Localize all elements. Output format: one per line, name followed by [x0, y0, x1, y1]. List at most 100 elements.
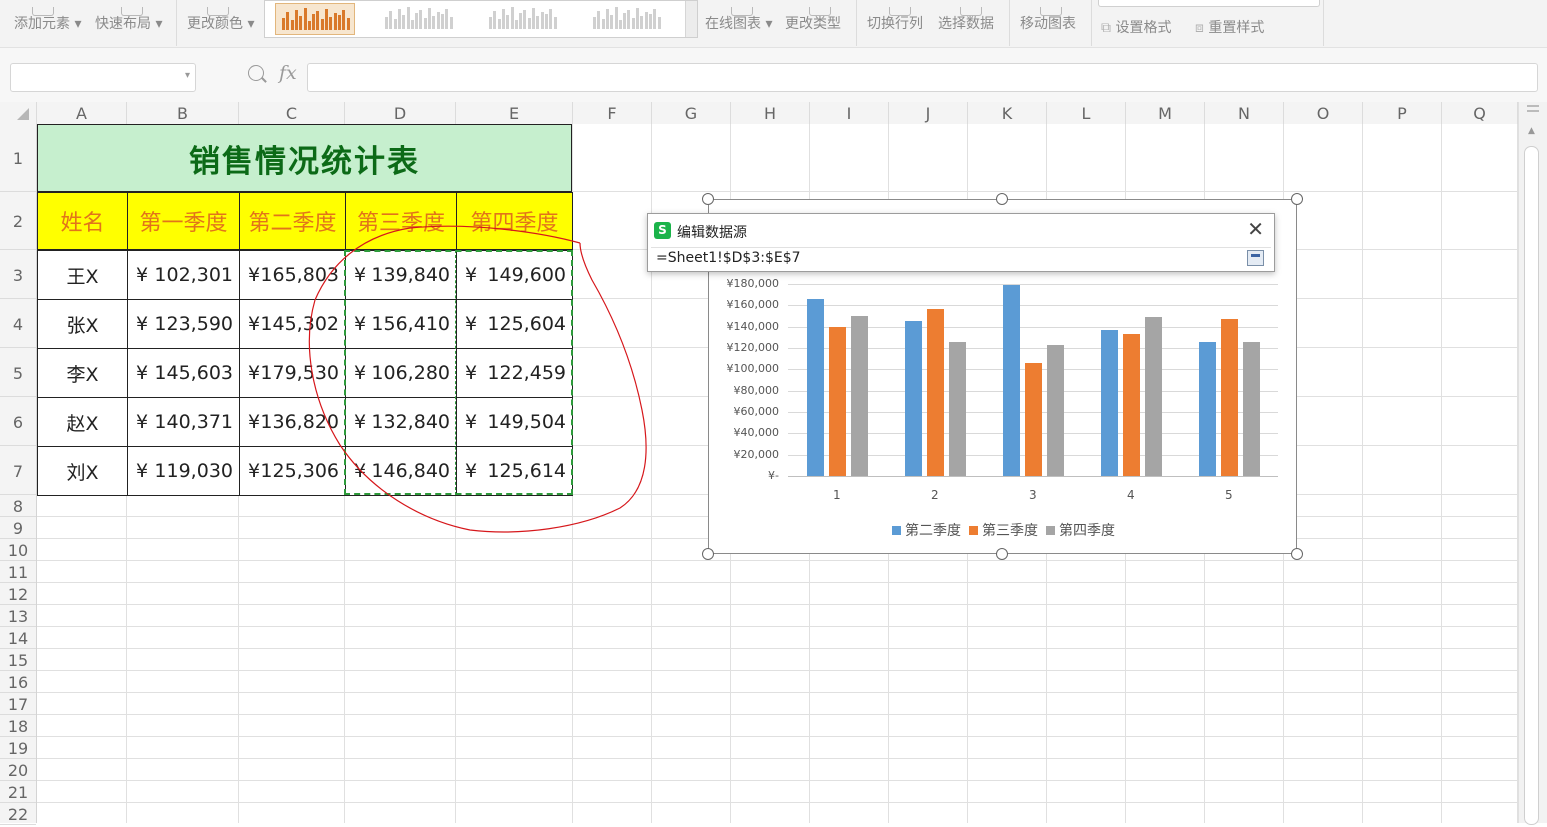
- add-element-button[interactable]: 添加元素 ▾: [14, 7, 81, 33]
- amount-cell[interactable]: ¥125,306: [239, 446, 346, 496]
- row-header-7[interactable]: 7: [0, 446, 36, 495]
- chart-bar[interactable]: [1122, 334, 1140, 476]
- split-handle[interactable]: [1527, 110, 1539, 112]
- vertical-scrollbar[interactable]: ▲: [1518, 102, 1547, 825]
- chart-legend[interactable]: 第二季度 第三季度 第四季度: [709, 520, 1298, 540]
- header-cell[interactable]: 第二季度: [239, 192, 346, 250]
- column-header-k[interactable]: K: [968, 102, 1047, 124]
- column-header-p[interactable]: P: [1363, 102, 1442, 124]
- row-header-5[interactable]: 5: [0, 348, 36, 397]
- column-header-o[interactable]: O: [1284, 102, 1363, 124]
- chart-bar[interactable]: [806, 299, 824, 476]
- resize-handle-bottom-left[interactable]: [702, 548, 714, 560]
- chart-bar[interactable]: [828, 326, 846, 476]
- amount-cell[interactable]: ¥102,301: [127, 250, 240, 300]
- row-header-4[interactable]: 4: [0, 299, 36, 348]
- name-box[interactable]: ▾: [10, 63, 196, 92]
- row-header-17[interactable]: 17: [0, 693, 36, 715]
- chart-style-thumbnail[interactable]: [483, 3, 561, 33]
- resize-handle-top-left[interactable]: [702, 193, 714, 205]
- table-title[interactable]: 销售情况统计表: [37, 124, 572, 192]
- chart-bar[interactable]: [850, 316, 868, 476]
- change-type-button[interactable]: 更改类型: [785, 7, 841, 33]
- row-header-6[interactable]: 6: [0, 397, 36, 446]
- chart-bar[interactable]: [904, 321, 922, 476]
- switch-row-col-button[interactable]: 切换行列: [867, 7, 923, 33]
- chart-bar[interactable]: [1198, 342, 1216, 476]
- legend-item[interactable]: 第二季度: [892, 520, 961, 540]
- column-header-e[interactable]: E: [456, 102, 573, 124]
- row-header-22[interactable]: 22: [0, 803, 36, 825]
- row-header-11[interactable]: 11: [0, 561, 36, 583]
- header-cell[interactable]: 第一季度: [127, 192, 240, 250]
- legend-item[interactable]: 第四季度: [1046, 520, 1115, 540]
- row-header-21[interactable]: 21: [0, 781, 36, 803]
- zoom-icon[interactable]: [248, 65, 264, 81]
- chart-style-thumbnail[interactable]: [587, 3, 665, 33]
- row-header-18[interactable]: 18: [0, 715, 36, 737]
- row-header-12[interactable]: 12: [0, 583, 36, 605]
- row-header-15[interactable]: 15: [0, 649, 36, 671]
- column-header-g[interactable]: G: [652, 102, 731, 124]
- row-header-16[interactable]: 16: [0, 671, 36, 693]
- row-header-1[interactable]: 1: [0, 124, 36, 192]
- chart-bar[interactable]: [926, 309, 944, 476]
- name-cell[interactable]: 赵X: [37, 397, 128, 447]
- column-header-d[interactable]: D: [345, 102, 456, 124]
- range-picker-icon[interactable]: [1247, 250, 1264, 266]
- column-header-f[interactable]: F: [573, 102, 652, 124]
- change-color-button[interactable]: 更改颜色 ▾: [187, 7, 254, 33]
- row-header-3[interactable]: 3: [0, 250, 36, 299]
- amount-cell[interactable]: ¥123,590: [127, 299, 240, 349]
- chart-bar[interactable]: [1024, 362, 1042, 476]
- formula-input[interactable]: [307, 63, 1538, 92]
- header-cell[interactable]: 第三季度: [345, 192, 457, 250]
- amount-cell[interactable]: ¥165,803: [239, 250, 346, 300]
- column-header-m[interactable]: M: [1126, 102, 1205, 124]
- resize-handle-top[interactable]: [996, 193, 1008, 205]
- row-header-8[interactable]: 8: [0, 495, 36, 517]
- reset-style-button[interactable]: ⧈ 重置样式: [1195, 17, 1264, 37]
- chart-bar[interactable]: [1100, 330, 1118, 476]
- chart-style-thumbnail[interactable]: [379, 3, 457, 33]
- column-header-n[interactable]: N: [1205, 102, 1284, 124]
- data-range-input[interactable]: =Sheet1!$D$3:$E$7: [651, 247, 1271, 270]
- gallery-scroll-button[interactable]: [685, 1, 697, 37]
- name-cell[interactable]: 王X: [37, 250, 128, 300]
- row-header-14[interactable]: 14: [0, 627, 36, 649]
- row-header-20[interactable]: 20: [0, 759, 36, 781]
- amount-cell[interactable]: ¥145,603: [127, 348, 240, 398]
- chart-bar[interactable]: [948, 342, 966, 476]
- chart-style-thumbnail-selected[interactable]: [275, 3, 355, 35]
- name-cell[interactable]: 张X: [37, 299, 128, 349]
- name-cell[interactable]: 李X: [37, 348, 128, 398]
- column-header-l[interactable]: L: [1047, 102, 1126, 124]
- move-chart-button[interactable]: 移动图表: [1020, 7, 1076, 33]
- online-chart-button[interactable]: 在线图表 ▾: [705, 7, 772, 33]
- chart-bar[interactable]: [1144, 316, 1162, 476]
- amount-cell[interactable]: ¥145,302: [239, 299, 346, 349]
- close-icon[interactable]: ✕: [1247, 217, 1264, 241]
- select-data-button[interactable]: 选择数据: [938, 7, 994, 33]
- chart-bar[interactable]: [1242, 342, 1260, 476]
- scroll-up-icon[interactable]: ▲: [1528, 126, 1535, 136]
- amount-cell[interactable]: ¥136,820: [239, 397, 346, 447]
- header-cell[interactable]: 姓名: [37, 192, 128, 250]
- amount-cell[interactable]: ¥179,530: [239, 348, 346, 398]
- column-header-j[interactable]: J: [889, 102, 968, 124]
- column-header-a[interactable]: A: [37, 102, 127, 124]
- resize-handle-bottom-right[interactable]: [1291, 548, 1303, 560]
- chart-element-dropdown[interactable]: [1098, 0, 1320, 7]
- resize-handle-top-right[interactable]: [1291, 193, 1303, 205]
- chart-bar[interactable]: [1220, 319, 1238, 476]
- chevron-down-icon[interactable]: ▾: [185, 70, 190, 81]
- amount-cell[interactable]: ¥140,371: [127, 397, 240, 447]
- split-handle[interactable]: [1527, 105, 1539, 107]
- row-header-10[interactable]: 10: [0, 539, 36, 561]
- column-header-i[interactable]: I: [810, 102, 889, 124]
- row-header-9[interactable]: 9: [0, 517, 36, 539]
- row-header-19[interactable]: 19: [0, 737, 36, 759]
- name-cell[interactable]: 刘X: [37, 446, 128, 496]
- set-format-button[interactable]: ⧉ 设置格式: [1101, 17, 1171, 37]
- column-header-b[interactable]: B: [127, 102, 239, 124]
